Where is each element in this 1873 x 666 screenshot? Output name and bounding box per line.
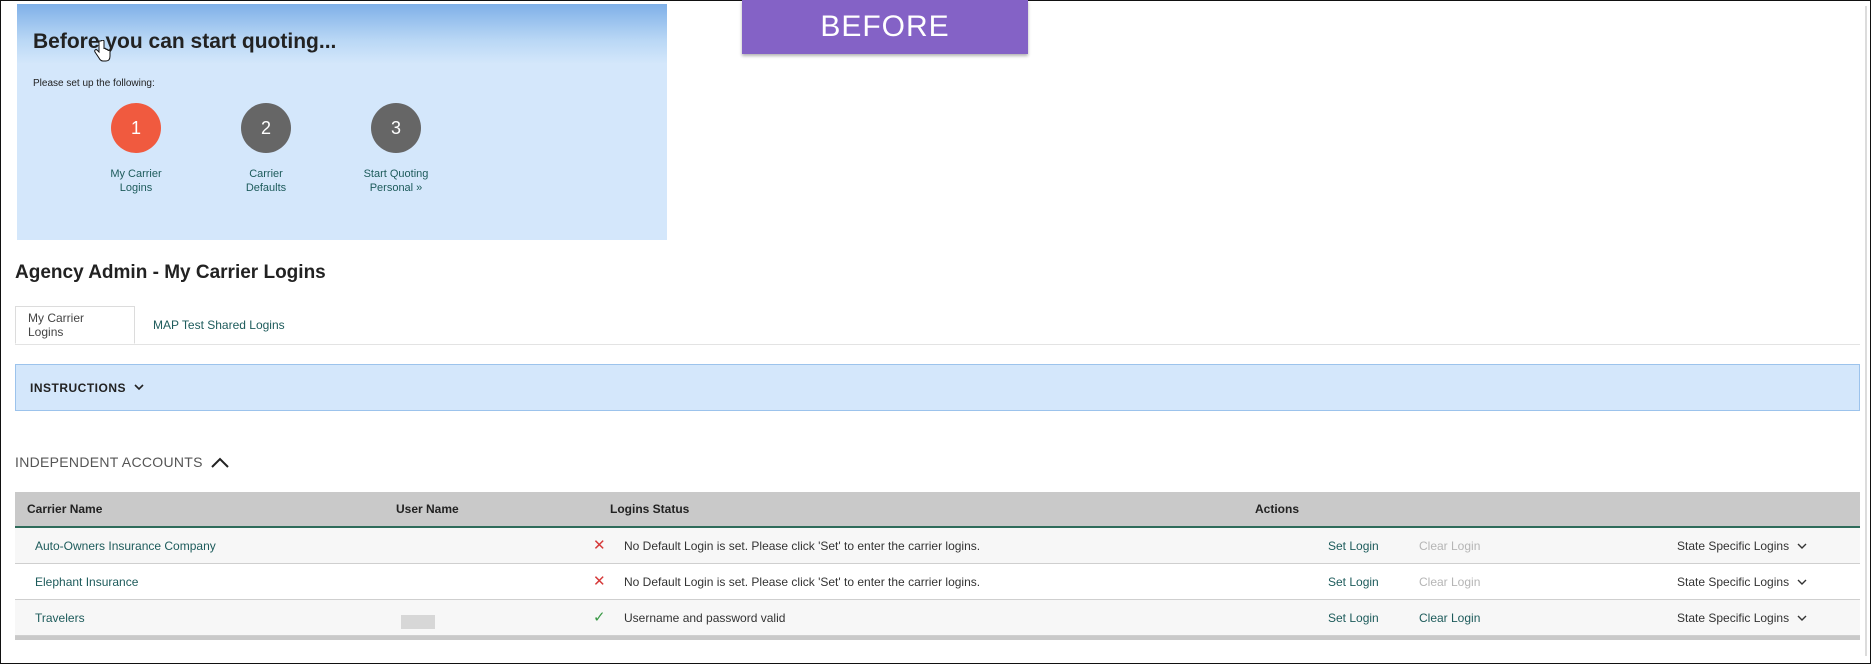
chevron-up-icon [211, 457, 229, 468]
step-number-badge: 2 [241, 103, 291, 153]
carrier-name-link[interactable]: Auto-Owners Insurance Company [35, 539, 216, 553]
chevron-down-icon [1797, 543, 1807, 549]
step-label-line2: Defaults [245, 182, 287, 194]
step-label-line2: Personal » [369, 182, 423, 194]
step-label[interactable]: Carrier Defaults [206, 167, 326, 195]
header-actions: Actions [1255, 502, 1300, 516]
step-number-badge: 3 [371, 103, 421, 153]
clear-login-link: Clear Login [1419, 575, 1481, 589]
table-row: Auto-Owners Insurance Company ✕ No Defau… [15, 528, 1860, 564]
section-toggle-independent-accounts[interactable]: INDEPENDENT ACCOUNTS [15, 454, 229, 470]
x-icon: ✕ [593, 573, 606, 590]
header-logins-status: Logins Status [610, 502, 690, 516]
section-title: INDEPENDENT ACCOUNTS [15, 454, 203, 470]
table-header: Carrier Name User Name Logins Status Act… [15, 492, 1860, 528]
step-label[interactable]: My Carrier Logins [76, 167, 196, 195]
x-icon: ✕ [593, 537, 606, 554]
chevron-down-icon [1797, 579, 1807, 585]
page-title: Agency Admin - My Carrier Logins [15, 262, 326, 283]
set-login-link[interactable]: Set Login [1328, 611, 1379, 625]
state-specific-logins-dropdown[interactable]: State Specific Logins [1677, 575, 1807, 589]
clear-login-link[interactable]: Clear Login [1419, 611, 1480, 625]
step-label-line2: Logins [119, 182, 153, 194]
header-user-name: User Name [396, 502, 459, 516]
before-badge: BEFORE [742, 0, 1028, 54]
state-specific-logins-dropdown[interactable]: State Specific Logins [1677, 539, 1807, 553]
carrier-name-link[interactable]: Elephant Insurance [35, 575, 138, 589]
header-carrier-name: Carrier Name [27, 502, 103, 516]
step-label-line1: My Carrier [110, 168, 162, 180]
state-specific-logins-label: State Specific Logins [1677, 611, 1790, 625]
user-name-redacted [401, 615, 435, 629]
step-label-line1: Carrier [249, 168, 283, 180]
check-icon: ✓ [593, 609, 606, 626]
setup-panel: Before you can start quoting... Please s… [17, 4, 667, 240]
state-specific-logins-dropdown[interactable]: State Specific Logins [1677, 611, 1807, 625]
state-specific-logins-label: State Specific Logins [1677, 575, 1790, 589]
table-row: Travelers ✓ Username and password valid … [15, 600, 1860, 636]
table-row: Elephant Insurance ✕ No Default Login is… [15, 564, 1860, 600]
setup-subtitle: Please set up the following: [33, 78, 155, 89]
tab-map-test-shared-logins[interactable]: MAP Test Shared Logins [141, 306, 297, 344]
table-body: Auto-Owners Insurance Company ✕ No Defau… [15, 528, 1860, 636]
step-start-quoting[interactable]: 3 Start Quoting Personal » [336, 103, 456, 195]
page-scrollbar[interactable] [1865, 6, 1867, 656]
tab-my-carrier-logins[interactable]: My Carrier Logins [15, 306, 135, 344]
chevron-down-icon [1797, 615, 1807, 621]
login-status: No Default Login is set. Please click 'S… [624, 539, 981, 553]
setup-title: Before you can start quoting... [33, 30, 337, 53]
table-footer-bar [15, 636, 1860, 640]
step-label-line1: Start Quoting [363, 168, 429, 180]
step-carrier-defaults[interactable]: 2 Carrier Defaults [206, 103, 326, 195]
login-status: Username and password valid [624, 611, 786, 625]
set-login-link[interactable]: Set Login [1328, 575, 1379, 589]
hand-cursor-icon [94, 40, 111, 62]
instructions-toggle[interactable]: INSTRUCTIONS [15, 364, 1860, 411]
login-status: No Default Login is set. Please click 'S… [624, 575, 981, 589]
chevron-down-icon [134, 384, 144, 391]
carrier-name-link[interactable]: Travelers [35, 611, 85, 625]
tab-bar: My Carrier Logins MAP Test Shared Logins [15, 306, 1860, 345]
step-number-badge: 1 [111, 103, 161, 153]
state-specific-logins-label: State Specific Logins [1677, 539, 1790, 553]
instructions-label: INSTRUCTIONS [30, 380, 126, 395]
set-login-link[interactable]: Set Login [1328, 539, 1379, 553]
step-label[interactable]: Start Quoting Personal » [336, 167, 456, 195]
clear-login-link: Clear Login [1419, 539, 1481, 553]
step-my-carrier-logins[interactable]: 1 My Carrier Logins [76, 103, 196, 195]
carrier-logins-table: Carrier Name User Name Logins Status Act… [15, 492, 1860, 640]
